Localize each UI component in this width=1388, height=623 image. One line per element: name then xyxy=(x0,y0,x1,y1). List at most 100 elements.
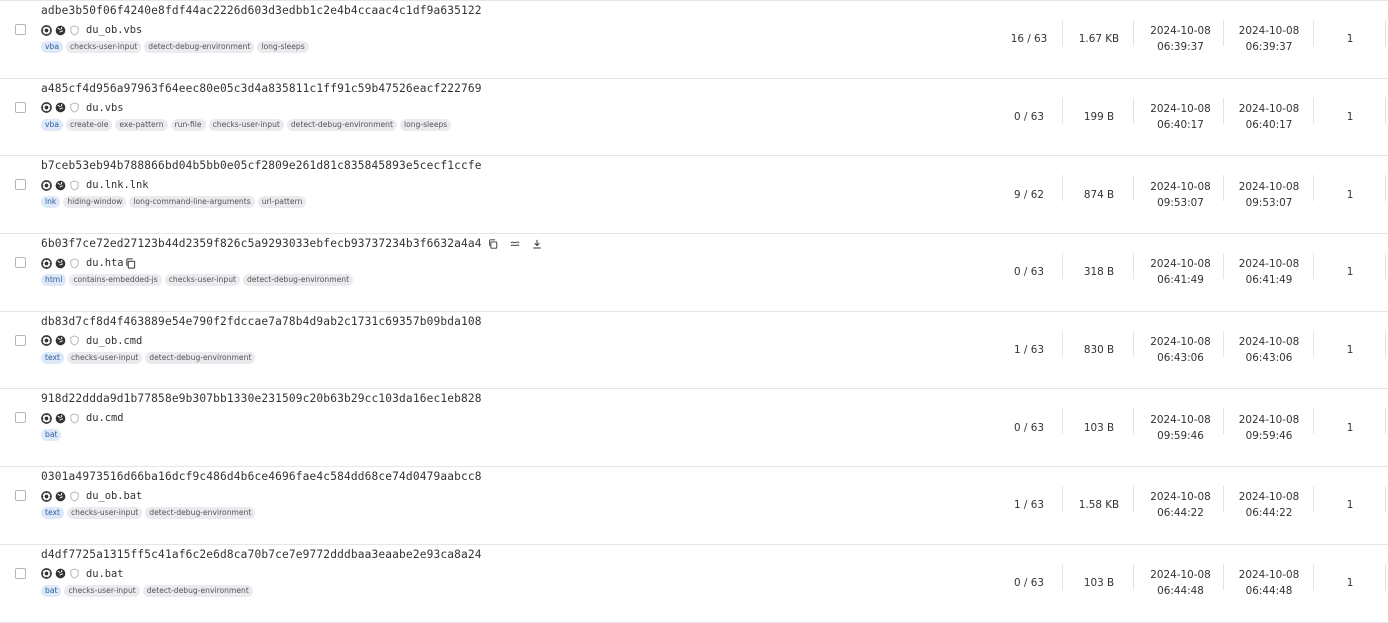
file-type-tag[interactable]: html xyxy=(41,274,67,287)
file-hash-link[interactable]: 6b03f7ce72ed27123b44d2359f826c5a9293033e… xyxy=(41,237,542,250)
file-type-tag[interactable]: vba xyxy=(41,118,63,131)
column-divider xyxy=(1223,20,1224,46)
file-name-line: du_ob.vbs xyxy=(41,23,142,37)
file-hash-link[interactable]: 0301a4973516d66ba16dcf9c486d4b6ce4696fae… xyxy=(41,470,482,483)
last-seen: 2024-10-08 09:59:46 xyxy=(1225,389,1313,466)
row-checkbox[interactable] xyxy=(15,490,26,502)
detections-ratio[interactable]: 16 / 63 xyxy=(996,1,1062,78)
tag[interactable]: url-pattern xyxy=(257,196,307,209)
table-row[interactable]: a485cf4d956a97963f64eec80e05c3d4a835811c… xyxy=(0,79,1388,157)
column-divider xyxy=(1062,408,1063,435)
row-checkbox[interactable] xyxy=(15,24,26,35)
row-checkbox[interactable] xyxy=(15,567,26,579)
tag[interactable]: create-ole xyxy=(65,118,113,131)
tag[interactable]: long-sleeps xyxy=(399,118,452,131)
detections-ratio[interactable]: 1 / 63 xyxy=(996,467,1062,544)
file-type-tag[interactable]: text xyxy=(41,351,64,364)
column-divider xyxy=(1385,563,1386,590)
row-checkbox[interactable] xyxy=(15,257,26,269)
file-name: du.cmd xyxy=(86,412,124,425)
tag[interactable]: hiding-window xyxy=(63,196,127,209)
download-icon[interactable] xyxy=(532,239,542,249)
file-hash-link[interactable]: 918d22ddda9d1b77858e9b307bb1330e231509c2… xyxy=(41,392,482,405)
tag[interactable]: checks-user-input xyxy=(208,118,284,131)
first-seen: 2024-10-08 09:53:07 xyxy=(1138,156,1223,233)
row-checkbox[interactable] xyxy=(15,101,26,113)
table-row[interactable]: db83d7cf8d4f463889e54e790f2fdccae7a78b4d… xyxy=(0,312,1388,390)
globe-icon xyxy=(55,102,66,113)
submitters-count: 1 xyxy=(1346,344,1354,357)
file-name-line: du.cmd xyxy=(41,411,124,425)
last-seen-time: 06:44:22 xyxy=(1245,507,1293,520)
last-seen-value: 2024-10-08 09:59:46 xyxy=(1239,412,1299,444)
tag[interactable]: checks-user-input xyxy=(67,507,143,520)
tag[interactable]: checks-user-input xyxy=(64,584,140,597)
row-checkbox[interactable] xyxy=(15,179,26,191)
last-seen: 2024-10-08 06:39:37 xyxy=(1225,1,1313,78)
last-seen-date: 2024-10-08 xyxy=(1238,569,1300,582)
submitters-count: 1 xyxy=(1346,499,1354,512)
tag[interactable]: detect-debug-environment xyxy=(144,41,255,53)
column-divider xyxy=(1223,97,1224,124)
table-row[interactable]: adbe3b50f06f4240e8fdf44ac2226d603d3edbb1… xyxy=(0,1,1388,79)
tag[interactable]: detect-debug-environment xyxy=(242,274,354,287)
detections-ratio[interactable]: 0 / 63 xyxy=(996,79,1062,156)
file-type-tag[interactable]: vba xyxy=(41,41,63,53)
file-hash-link[interactable]: adbe3b50f06f4240e8fdf44ac2226d603d3edbb1… xyxy=(41,4,482,17)
target-icon xyxy=(41,568,52,580)
copy-icon[interactable] xyxy=(125,257,136,269)
tag[interactable]: long-command-line-arguments xyxy=(129,196,255,209)
file-size: 103 B xyxy=(1083,421,1115,434)
file-hash-link[interactable]: b7ceb53eb94b788866bd04b5bb0e05cf2809e261… xyxy=(41,159,482,172)
first-seen: 2024-10-08 06:43:06 xyxy=(1138,312,1223,389)
tag[interactable]: checks-user-input xyxy=(164,274,240,287)
last-seen-date: 2024-10-08 xyxy=(1238,102,1300,115)
column-divider xyxy=(1385,175,1386,202)
file-type-tag[interactable]: lnk xyxy=(41,196,61,209)
file-hash-link[interactable]: db83d7cf8d4f463889e54e790f2fdccae7a78b4d… xyxy=(41,315,482,328)
row-checkbox[interactable] xyxy=(15,412,26,424)
tag[interactable]: checks-user-input xyxy=(67,351,143,364)
last-seen-time: 06:41:49 xyxy=(1245,274,1293,287)
tag[interactable]: detect-debug-environment xyxy=(142,584,253,597)
file-hash-link[interactable]: d4df7725a1315ff5c41af6c2e6d8ca70b7ce7e97… xyxy=(41,548,482,561)
file-hash-link[interactable]: a485cf4d956a97963f64eec80e05c3d4a835811c… xyxy=(41,82,482,95)
detections-ratio[interactable]: 0 / 63 xyxy=(996,545,1062,622)
tag[interactable]: contains-embedded-js xyxy=(69,274,162,287)
table-row[interactable]: 0301a4973516d66ba16dcf9c486d4b6ce4696fae… xyxy=(0,467,1388,545)
shield-outline-icon xyxy=(69,491,80,502)
tag[interactable]: detect-debug-environment xyxy=(286,118,397,131)
file-type-tag[interactable]: text xyxy=(41,507,64,520)
file-name-line: du_ob.bat xyxy=(41,489,142,503)
submitters-count: 1 xyxy=(1346,421,1354,434)
column-divider xyxy=(1133,175,1134,202)
last-seen-time: 06:43:06 xyxy=(1245,352,1293,365)
column-divider xyxy=(1385,330,1386,357)
first-seen-value: 2024-10-08 06:44:48 xyxy=(1150,567,1210,599)
tag[interactable]: run-file xyxy=(170,118,206,131)
file-hash-text[interactable]: 6b03f7ce72ed27123b44d2359f826c5a9293033e… xyxy=(41,237,482,250)
file-name-line: du.bat xyxy=(41,567,124,581)
detections-ratio[interactable]: 0 / 63 xyxy=(996,389,1062,466)
detections-ratio[interactable]: 9 / 62 xyxy=(996,156,1062,233)
tag[interactable]: long-sleeps xyxy=(257,41,309,53)
tag[interactable]: detect-debug-environment xyxy=(145,507,256,520)
copy-icon[interactable] xyxy=(488,238,498,249)
last-seen-date: 2024-10-08 xyxy=(1238,180,1300,193)
file-type-tag[interactable]: bat xyxy=(41,429,62,442)
table-row[interactable]: b7ceb53eb94b788866bd04b5bb0e05cf2809e261… xyxy=(0,156,1388,235)
detections-ratio[interactable]: 1 / 63 xyxy=(996,312,1062,389)
first-seen-date: 2024-10-08 xyxy=(1150,569,1211,582)
table-row[interactable]: 6b03f7ce72ed27123b44d2359f826c5a9293033e… xyxy=(0,234,1388,312)
tag[interactable]: checks-user-input xyxy=(65,41,142,53)
column-divider xyxy=(1313,330,1314,357)
row-checkbox[interactable] xyxy=(15,334,26,346)
compare-icon[interactable] xyxy=(510,239,520,249)
table-row[interactable]: d4df7725a1315ff5c41af6c2e6d8ca70b7ce7e97… xyxy=(0,545,1388,623)
file-type-tag[interactable]: bat xyxy=(41,584,62,597)
detections-ratio[interactable]: 0 / 63 xyxy=(996,234,1062,311)
tag[interactable]: exe-pattern xyxy=(115,118,168,131)
tag[interactable]: detect-debug-environment xyxy=(145,351,256,364)
file-name: du.lnk.lnk xyxy=(86,179,149,192)
table-row[interactable]: 918d22ddda9d1b77858e9b307bb1330e231509c2… xyxy=(0,389,1388,468)
